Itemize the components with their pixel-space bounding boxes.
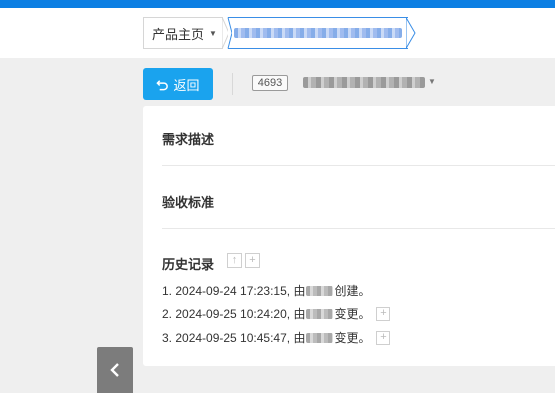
history-entry-action: 创建。 xyxy=(334,284,371,298)
user-name-obscured xyxy=(306,285,334,296)
plus-icon[interactable]: + xyxy=(245,253,260,268)
history-entry-text: 3. 2024-09-25 10:45:47, 由 xyxy=(162,331,306,345)
plus-icon[interactable]: + xyxy=(376,306,391,321)
breadcrumb-product-home[interactable]: 产品主页 ▼ xyxy=(143,17,223,49)
user-name-obscured xyxy=(306,332,334,343)
arrow-up-icon[interactable]: ↑ xyxy=(227,253,242,268)
history-entry: 1. 2024-09-24 17:23:15, 由 创建。 xyxy=(162,282,370,299)
item-id-badge: 4693 xyxy=(252,75,288,91)
top-accent-strip xyxy=(0,0,555,8)
history-entry: 2. 2024-09-25 10:24:20, 由 变更。 + xyxy=(162,305,391,322)
section-divider xyxy=(162,165,555,166)
user-name-obscured xyxy=(306,308,334,319)
back-button-label: 返回 xyxy=(173,77,200,93)
caret-down-icon: ▼ xyxy=(209,28,217,38)
undo-arrow-icon xyxy=(156,79,169,90)
history-entry-action: 变更。 xyxy=(334,331,371,345)
back-button[interactable]: 返回 xyxy=(143,68,213,100)
breadcrumb-product-home-label: 产品主页 xyxy=(152,26,205,42)
caret-down-icon[interactable]: ▼ xyxy=(428,77,436,86)
breadcrumb-current-notch xyxy=(227,17,232,49)
section-acceptance-title: 验收标准 xyxy=(162,195,215,210)
sidebar-toggle-button[interactable] xyxy=(97,347,133,393)
history-entry-action: 变更。 xyxy=(334,307,371,321)
chevron-left-icon xyxy=(110,363,119,377)
breadcrumb-current-tip xyxy=(406,17,416,49)
item-title-obscured[interactable] xyxy=(303,77,425,88)
history-entry-text: 2. 2024-09-25 10:24:20, 由 xyxy=(162,307,306,321)
section-divider xyxy=(162,228,555,229)
section-requirement-title: 需求描述 xyxy=(162,132,215,147)
plus-icon[interactable]: + xyxy=(376,330,391,345)
history-entry-text: 1. 2024-09-24 17:23:15, 由 xyxy=(162,284,306,298)
toolbar-divider xyxy=(232,73,233,95)
history-entry: 3. 2024-09-25 10:45:47, 由 变更。 + xyxy=(162,329,391,346)
section-history-title: 历史记录 xyxy=(162,257,215,272)
breadcrumb-current-product[interactable] xyxy=(228,17,408,49)
breadcrumb-current-label-obscured xyxy=(234,28,402,38)
